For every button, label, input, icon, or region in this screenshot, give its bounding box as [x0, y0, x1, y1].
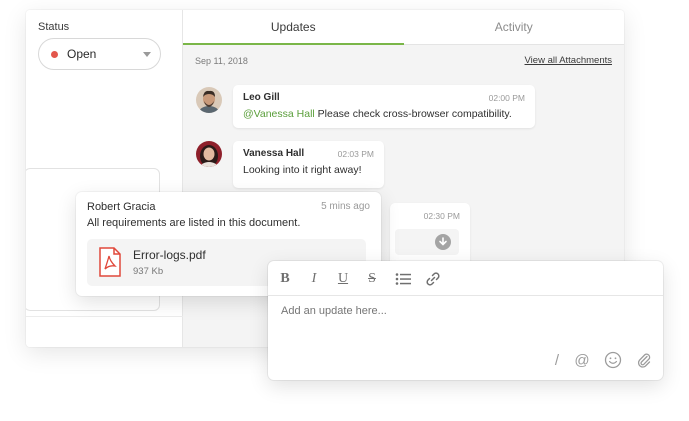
feed-date: Sep 11, 2018	[195, 56, 248, 66]
message-time: 5 mins ago	[321, 201, 370, 212]
italic-button[interactable]: I	[307, 270, 321, 288]
message-time: 02:03 PM	[337, 149, 374, 159]
file-size: 937 Kb	[133, 266, 164, 277]
message-text: @Vanessa Hall Please check cross-browser…	[243, 108, 512, 120]
mention-button[interactable]: @	[572, 350, 592, 370]
divider	[26, 316, 183, 317]
slash-command-button[interactable]: /	[551, 350, 563, 370]
status-dot-icon	[51, 50, 58, 58]
message-bubble: Leo Gill 02:00 PM @Vanessa Hall Please c…	[233, 85, 535, 128]
message-author: Vanessa Hall	[243, 148, 305, 159]
formatting-toolbar: B I U S	[268, 261, 663, 296]
message-bubble: Vanessa Hall 02:03 PM Looking into it ri…	[233, 141, 384, 188]
tab-updates[interactable]: Updates	[183, 10, 404, 45]
view-all-attachments-link[interactable]: View all Attachments	[525, 55, 612, 66]
message-body: Please check cross-browser compatibility…	[314, 108, 512, 120]
update-input[interactable]	[281, 305, 641, 317]
emoji-icon[interactable]	[603, 350, 623, 370]
message-text: All requirements are listed in this docu…	[87, 217, 301, 229]
paperclip-icon[interactable]	[634, 350, 654, 370]
message-text: Looking into it right away!	[243, 164, 362, 176]
chevron-down-icon	[143, 52, 151, 57]
link-icon[interactable]	[424, 270, 442, 288]
attachment-box	[395, 229, 459, 255]
message-time: 02:00 PM	[488, 93, 525, 103]
underline-button[interactable]: U	[336, 270, 350, 288]
status-value: Open	[67, 47, 97, 61]
bullet-list-icon[interactable]	[395, 270, 411, 288]
status-label: Status	[38, 21, 70, 33]
status-dropdown[interactable]: Open	[38, 38, 161, 70]
mention-link[interactable]: @Vanessa Hall	[243, 108, 315, 120]
avatar-leo-gill	[196, 87, 222, 113]
message-time: 02:30 PM	[423, 211, 460, 221]
file-name: Error-logs.pdf	[133, 248, 206, 262]
avatar-vanessa-hall	[196, 141, 222, 167]
update-editor: B I U S / @	[268, 261, 663, 380]
download-icon[interactable]	[435, 234, 451, 250]
message-author: Leo Gill	[243, 92, 280, 103]
tab-bar: Updates Activity	[183, 10, 624, 45]
bold-button[interactable]: B	[278, 270, 292, 288]
message-author: Robert Gracia	[87, 201, 156, 213]
strikethrough-button[interactable]: S	[365, 270, 379, 288]
tab-activity[interactable]: Activity	[404, 10, 625, 44]
pdf-icon	[98, 247, 122, 282]
left-sidebar: Status Open	[26, 10, 183, 347]
